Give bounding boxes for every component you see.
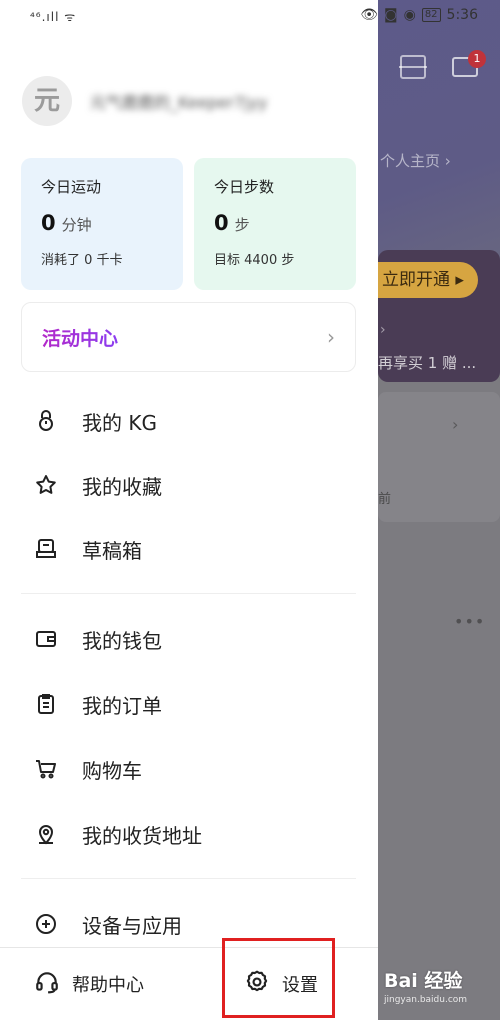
chevron-right-icon: › <box>380 322 386 338</box>
scan-icon[interactable] <box>399 55 427 79</box>
activity-center-button[interactable]: 活动中心 › <box>21 302 356 372</box>
stat-value: 0 分钟 <box>41 211 92 235</box>
stat-title: 今日运动 <box>41 178 102 196</box>
menu-item-wallet[interactable]: 我的钱包 <box>33 619 162 659</box>
background-card-text: 前 <box>378 492 392 507</box>
stat-subtext: 目标 4400 步 <box>214 253 295 268</box>
wallet-icon <box>33 626 59 652</box>
add-circle-icon <box>33 911 59 937</box>
today-steps-card[interactable]: 今日步数 0步 目标 4400 步 <box>194 158 356 290</box>
headset-icon <box>34 969 60 999</box>
vip-promo-text: 再享买 1 赠 ... <box>378 354 477 372</box>
stat-value: 0步 <box>214 211 250 235</box>
stat-subtext: 消耗了 0 千卡 <box>41 253 123 268</box>
kettlebell-icon <box>33 408 59 434</box>
order-icon <box>33 691 59 717</box>
chevron-right-icon: › <box>327 325 335 349</box>
menu-item-cart[interactable]: 购物车 <box>33 749 142 789</box>
eye-icon: 👁 <box>360 7 378 23</box>
side-drawer: 元 元气鹿鹿的_Keeper7jyy 今日运动 0 分钟 消耗了 0 千卡 今日步… <box>0 0 378 1020</box>
nfc-icon: ◙ <box>384 7 398 23</box>
star-icon <box>33 472 59 498</box>
menu-item-favorites[interactable]: 我的收藏 <box>33 465 162 505</box>
today-exercise-card[interactable]: 今日运动 0 分钟 消耗了 0 千卡 <box>21 158 183 290</box>
status-bar: ⁴⁶.ıll ᯤ 👁 ◙ ◉ 82 5:36 <box>0 0 500 32</box>
watermark-url: jingyan.baidu.com <box>384 995 468 1005</box>
watermark-logo-text: Bai 经验 <box>384 970 463 992</box>
signal-wifi-icon: ⁴⁶.ıll ᯤ <box>30 10 77 24</box>
menu-item-shipping-address[interactable]: 我的收货地址 <box>33 814 202 854</box>
menu-item-orders[interactable]: 我的订单 <box>33 684 162 724</box>
activity-center-label: 活动中心 <box>42 324 118 351</box>
stat-title: 今日步数 <box>214 178 275 196</box>
battery-icon: 82 <box>421 8 441 22</box>
baidu-watermark: Bai 经验 jingyan.baidu.com <box>384 966 467 1005</box>
mail-badge: 1 <box>468 50 486 68</box>
menu-item-drafts[interactable]: 草稿箱 <box>33 529 142 569</box>
help-center-button[interactable]: 帮助中心 <box>34 962 144 1006</box>
highlight-annotation-box <box>222 938 335 1018</box>
vip-open-button[interactable]: 立即开通 ▸ <box>378 262 478 298</box>
clock-time: 5:36 <box>446 7 478 23</box>
cart-icon <box>33 756 59 782</box>
background-card <box>378 392 500 522</box>
avatar[interactable]: 元 <box>22 76 72 126</box>
divider <box>21 593 356 594</box>
alarm-icon: ◉ <box>403 7 416 23</box>
divider <box>21 878 356 879</box>
drafts-icon <box>33 536 59 562</box>
username[interactable]: 元气鹿鹿的_Keeper7jyy <box>90 89 268 113</box>
chevron-right-icon: › <box>452 415 459 434</box>
location-pin-icon <box>33 821 59 847</box>
menu-item-my-kg[interactable]: 我的 KG <box>33 401 157 441</box>
profile-header[interactable]: 元 元气鹿鹿的_Keeper7jyy <box>22 76 268 126</box>
home-link[interactable]: 个人主页 › <box>380 150 451 171</box>
more-icon[interactable]: ••• <box>454 612 485 631</box>
menu-item-devices-apps[interactable]: 设备与应用 <box>33 904 182 944</box>
